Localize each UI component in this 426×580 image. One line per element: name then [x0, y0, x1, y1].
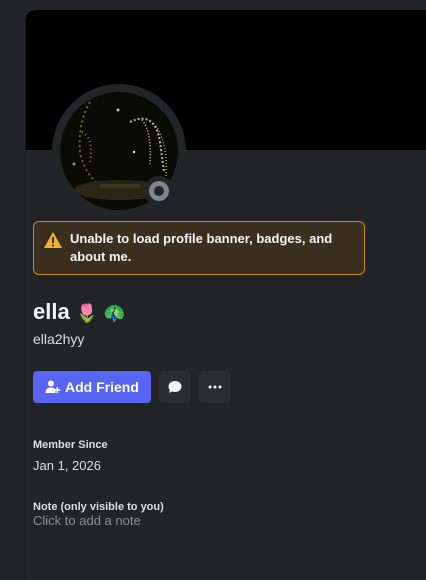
status-indicator	[144, 176, 174, 206]
member-since-title: Member Since	[33, 439, 108, 451]
add-friend-icon	[45, 380, 61, 393]
member-since-value: Jan 1, 2026	[33, 458, 101, 473]
avatar-frame[interactable]	[52, 84, 186, 218]
more-options-button[interactable]	[198, 371, 231, 403]
display-name-emojis: 🌷 🦚	[75, 303, 126, 323]
username: ella2hyy	[33, 331, 85, 347]
warning-icon	[44, 232, 62, 248]
profile-card	[26, 10, 426, 580]
add-friend-button[interactable]: Add Friend	[33, 371, 151, 403]
offline-status-icon	[149, 181, 169, 201]
display-name-text: ella	[33, 299, 70, 324]
note-input[interactable]	[29, 509, 357, 531]
warning-text: Unable to load profile banner, badges, a…	[70, 231, 333, 264]
message-button[interactable]	[158, 371, 191, 403]
add-friend-label: Add Friend	[65, 379, 139, 395]
profile-load-warning: Unable to load profile banner, badges, a…	[33, 221, 365, 275]
profile-popout-page: Unable to load profile banner, badges, a…	[0, 0, 426, 580]
profile-actions: Add Friend	[33, 371, 231, 403]
chat-bubble-icon	[168, 381, 182, 393]
more-dots-icon	[208, 385, 222, 389]
display-name: ella 🌷 🦚	[33, 298, 126, 327]
